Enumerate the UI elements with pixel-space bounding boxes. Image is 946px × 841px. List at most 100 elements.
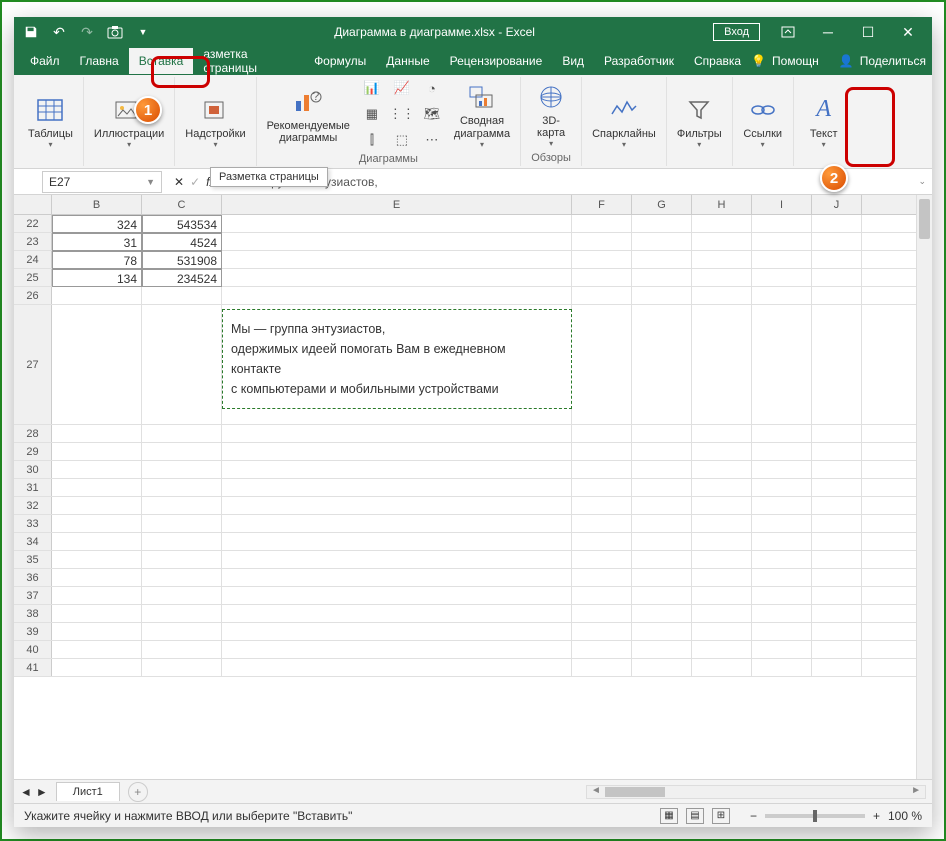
row-header[interactable]: 35 xyxy=(14,551,52,568)
tab-nav-next-icon[interactable]: ► xyxy=(36,785,48,799)
cell[interactable] xyxy=(812,623,862,641)
cell[interactable] xyxy=(692,551,752,569)
filters-button[interactable]: Фильтры▾ xyxy=(673,92,726,151)
cell[interactable] xyxy=(632,443,692,461)
row-header[interactable]: 36 xyxy=(14,569,52,586)
cell[interactable] xyxy=(632,551,692,569)
tab-home[interactable]: Главна xyxy=(70,48,129,74)
zoom-in-icon[interactable]: + xyxy=(873,809,880,823)
col-header[interactable]: B xyxy=(52,195,142,214)
col-header[interactable]: H xyxy=(692,195,752,214)
cell[interactable] xyxy=(222,287,572,305)
cell[interactable] xyxy=(142,587,222,605)
cell[interactable] xyxy=(222,623,572,641)
row-header[interactable]: 37 xyxy=(14,587,52,604)
line-chart-icon[interactable]: 📈 xyxy=(388,77,416,99)
row-header[interactable]: 33 xyxy=(14,515,52,532)
cell[interactable] xyxy=(692,287,752,305)
cell[interactable] xyxy=(222,479,572,497)
cell[interactable] xyxy=(632,233,692,251)
recommended-charts-button[interactable]: ? Рекомендуемые диаграммы xyxy=(263,84,354,146)
tab-insert[interactable]: Вставка xyxy=(129,48,194,74)
cell[interactable] xyxy=(812,497,862,515)
cell[interactable]: 31 xyxy=(52,233,142,251)
cell[interactable] xyxy=(752,659,812,677)
cell[interactable] xyxy=(142,551,222,569)
row-header[interactable]: 30 xyxy=(14,461,52,478)
tab-nav-prev-icon[interactable]: ◄ xyxy=(20,785,32,799)
cell[interactable] xyxy=(752,461,812,479)
cell[interactable] xyxy=(222,425,572,443)
cell[interactable] xyxy=(812,269,862,287)
cell[interactable] xyxy=(222,605,572,623)
cell[interactable] xyxy=(572,287,632,305)
name-box[interactable]: E27▼ xyxy=(42,171,162,193)
cell[interactable] xyxy=(52,659,142,677)
cell[interactable] xyxy=(572,587,632,605)
row-header[interactable]: 24 xyxy=(14,251,52,268)
cell[interactable] xyxy=(692,659,752,677)
cell[interactable] xyxy=(52,551,142,569)
cell[interactable] xyxy=(632,461,692,479)
tables-button[interactable]: Таблицы▾ xyxy=(24,92,77,151)
cell[interactable] xyxy=(52,287,142,305)
cell[interactable] xyxy=(812,659,862,677)
row-header[interactable]: 26 xyxy=(14,287,52,304)
cell[interactable] xyxy=(572,305,632,425)
cell[interactable] xyxy=(692,605,752,623)
cell[interactable] xyxy=(632,641,692,659)
vertical-scrollbar[interactable] xyxy=(916,195,932,779)
cell[interactable] xyxy=(572,479,632,497)
cell[interactable] xyxy=(52,515,142,533)
cell[interactable] xyxy=(692,233,752,251)
cell[interactable] xyxy=(572,497,632,515)
close-icon[interactable]: ✕ xyxy=(888,19,928,45)
cell[interactable] xyxy=(52,443,142,461)
cell[interactable] xyxy=(52,479,142,497)
cell[interactable] xyxy=(572,269,632,287)
links-button[interactable]: Ссылки▾ xyxy=(739,92,787,151)
cell[interactable] xyxy=(812,533,862,551)
cell[interactable]: 4524 xyxy=(142,233,222,251)
tab-file[interactable]: Файл xyxy=(20,48,70,74)
more-charts-icon[interactable]: ⋯ xyxy=(418,129,446,151)
cell[interactable] xyxy=(222,269,572,287)
zoom-slider[interactable] xyxy=(765,814,865,818)
cell[interactable] xyxy=(692,425,752,443)
row-header[interactable]: 32 xyxy=(14,497,52,514)
row-header[interactable]: 41 xyxy=(14,659,52,676)
cell[interactable] xyxy=(632,587,692,605)
zoom-out-icon[interactable]: − xyxy=(750,809,757,823)
3d-map-button[interactable]: 3D- карта▾ xyxy=(527,79,575,150)
cell[interactable] xyxy=(142,443,222,461)
cell[interactable] xyxy=(752,533,812,551)
cell[interactable] xyxy=(52,425,142,443)
cell[interactable] xyxy=(692,461,752,479)
cell[interactable] xyxy=(572,659,632,677)
cell[interactable] xyxy=(572,533,632,551)
cell[interactable] xyxy=(142,515,222,533)
cell[interactable] xyxy=(752,305,812,425)
cell[interactable] xyxy=(812,641,862,659)
cell[interactable] xyxy=(222,497,572,515)
cell[interactable] xyxy=(632,497,692,515)
hierarchy-chart-icon[interactable]: ▦ xyxy=(358,103,386,125)
cell[interactable] xyxy=(692,515,752,533)
share-button[interactable]: Поделиться xyxy=(860,54,926,68)
cell[interactable] xyxy=(142,605,222,623)
cell[interactable] xyxy=(572,461,632,479)
cell[interactable] xyxy=(632,269,692,287)
sparklines-button[interactable]: Спарклайны▾ xyxy=(588,92,660,151)
cell[interactable] xyxy=(752,587,812,605)
cell[interactable] xyxy=(52,605,142,623)
cell[interactable] xyxy=(812,551,862,569)
col-header[interactable]: J xyxy=(812,195,862,214)
cell[interactable] xyxy=(142,569,222,587)
col-header[interactable]: F xyxy=(572,195,632,214)
cell[interactable] xyxy=(632,479,692,497)
page-break-view-icon[interactable]: ⊞ xyxy=(712,808,730,824)
cell[interactable] xyxy=(142,659,222,677)
cell[interactable] xyxy=(52,641,142,659)
row-header[interactable]: 29 xyxy=(14,443,52,460)
text-button[interactable]: A Текст▾ xyxy=(800,92,848,151)
